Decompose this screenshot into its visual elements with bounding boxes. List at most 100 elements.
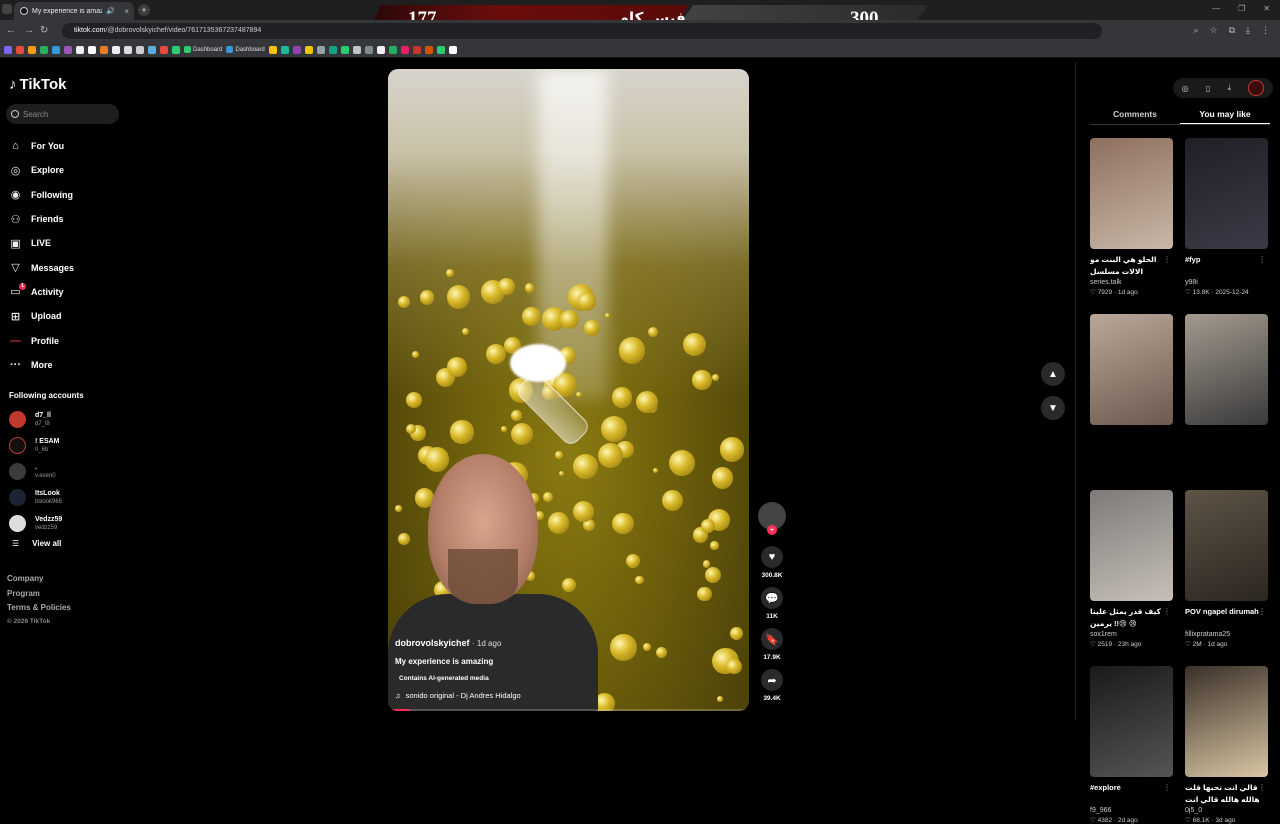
download-icon[interactable]: ⤓ xyxy=(1228,83,1232,93)
video-player[interactable]: dobrovolskyichef · 1d ago My experience … xyxy=(388,69,749,711)
bookmark-icon[interactable] xyxy=(412,45,421,54)
recommended-video-card[interactable] xyxy=(1090,314,1173,425)
reload-icon[interactable]: ↻ xyxy=(40,25,48,36)
recommended-video-card[interactable]: #explore f9_966 ♡ 4382 · 2d ago ⋮ xyxy=(1090,666,1173,824)
menu-icon[interactable]: ⋮ xyxy=(1261,25,1270,36)
card-username[interactable]: f9_966 xyxy=(1090,807,1173,814)
nav-more[interactable]: ··· More xyxy=(9,353,74,377)
creator-avatar[interactable]: + xyxy=(758,502,786,535)
nav-for-you[interactable]: ⌂ For You xyxy=(9,134,74,158)
bookmark-icon[interactable] xyxy=(424,45,433,54)
new-tab-button[interactable]: + xyxy=(138,4,150,16)
bookmark-icon[interactable] xyxy=(76,45,84,54)
comment-button[interactable]: 💬 11K xyxy=(758,587,786,623)
next-video-button[interactable]: ▼ xyxy=(1041,396,1065,420)
star-icon[interactable]: ☆ xyxy=(1210,25,1218,36)
previous-video-button[interactable]: ▲ xyxy=(1041,362,1065,386)
bookmark-icon[interactable] xyxy=(88,45,96,54)
address-bar[interactable]: tiktok.com/@dobrovolskyichef/video/76171… xyxy=(62,23,1102,39)
account-item[interactable]: ItsLook itslook965 xyxy=(9,484,62,510)
bookmark-icon[interactable] xyxy=(64,45,72,54)
card-username[interactable]: sox1rem xyxy=(1090,631,1173,638)
nav-live[interactable]: ▣ LIVE xyxy=(9,231,74,255)
follow-plus-icon[interactable]: + xyxy=(767,525,777,535)
zoom-icon[interactable]: ⌕ xyxy=(1193,25,1198,36)
recommended-video-card[interactable]: قالي انت تحبها قلت هالله هالله قالي انت … xyxy=(1185,666,1268,824)
bookmark-icon[interactable] xyxy=(100,45,108,54)
card-more-icon[interactable]: ⋮ xyxy=(1258,783,1266,792)
bookmark-icon[interactable] xyxy=(328,45,337,54)
bookmark-icon[interactable] xyxy=(316,45,325,54)
card-username[interactable]: fillixpratama25 xyxy=(1185,631,1268,638)
recommended-video-card[interactable]: الحلو هي البنت مو الالات مسلسل #السيمشه … xyxy=(1090,138,1173,296)
bookmark-icon[interactable] xyxy=(172,45,180,54)
recommended-video-card[interactable]: POV ngapel dirumah fillixpratama25 ♡ 2M · … xyxy=(1185,490,1268,648)
browser-tab[interactable]: My experience is amazing | 🔊 × xyxy=(14,2,134,20)
bookmark-dashboard[interactable]: Dashboard xyxy=(184,46,222,53)
bookmark-icon[interactable] xyxy=(268,45,277,54)
video-username[interactable]: dobrovolskyichef xyxy=(395,638,470,648)
minimize-icon[interactable]: — xyxy=(1212,4,1220,13)
tiktok-logo[interactable]: ♪ TikTok xyxy=(9,76,66,93)
bookmark-icon[interactable] xyxy=(304,45,313,54)
video-thumbnail[interactable] xyxy=(1090,666,1173,777)
footer-link-terms[interactable]: Terms & Policies xyxy=(7,603,71,618)
nav-profile[interactable]: — Profile xyxy=(9,328,74,352)
card-more-icon[interactable]: ⋮ xyxy=(1258,255,1266,264)
bookmark-icon[interactable] xyxy=(352,45,361,54)
tab-comments[interactable]: Comments xyxy=(1090,109,1180,123)
bookmark-icon[interactable] xyxy=(148,45,156,54)
video-progress-bar[interactable] xyxy=(388,709,749,711)
nav-upload[interactable]: ⊞ Upload xyxy=(9,304,74,328)
card-more-icon[interactable]: ⋮ xyxy=(1163,607,1171,616)
account-item[interactable]: . v.exen0 xyxy=(9,458,62,484)
nav-explore[interactable]: ◎ Explore xyxy=(9,158,74,182)
card-more-icon[interactable]: ⋮ xyxy=(1258,607,1266,616)
bookmark-icon[interactable] xyxy=(400,45,409,54)
user-avatar[interactable] xyxy=(1248,80,1265,96)
card-username[interactable]: y98i xyxy=(1185,279,1268,286)
save-button[interactable]: 🔖 17.9K xyxy=(758,628,786,664)
footer-link-company[interactable]: Company xyxy=(7,574,71,589)
footer-link-program[interactable]: Program xyxy=(7,589,71,604)
bookmark-icon[interactable] xyxy=(112,45,120,54)
video-thumbnail[interactable] xyxy=(1090,138,1173,249)
bookmark-icon[interactable] xyxy=(436,45,445,54)
tab-you-may-like[interactable]: You may like xyxy=(1180,109,1270,125)
bookmark-dashboard[interactable]: Dashboard xyxy=(226,46,265,53)
back-icon[interactable]: ← xyxy=(6,25,16,36)
nav-messages[interactable]: ▽ Messages xyxy=(9,255,74,279)
search-input[interactable]: Search xyxy=(6,104,119,124)
bookmark-icon[interactable] xyxy=(4,45,12,54)
nav-friends[interactable]: ⚇ Friends xyxy=(9,207,74,231)
forward-icon[interactable]: → xyxy=(24,25,34,36)
nav-activity[interactable]: ▭ 1 Activity xyxy=(9,280,74,304)
bookmark-icon[interactable] xyxy=(388,45,397,54)
card-username[interactable]: 0j5_0 xyxy=(1185,807,1268,814)
recommended-video-card[interactable]: #fyp y98i ♡ 13.8K · 2025-12-24 ⋮ xyxy=(1185,138,1268,296)
extensions-icon[interactable]: ⧉ xyxy=(1229,25,1235,36)
compass-icon[interactable]: ◎ xyxy=(1182,84,1189,93)
video-thumbnail[interactable] xyxy=(1185,666,1268,777)
share-button[interactable]: ➦ 39.4K xyxy=(758,669,786,705)
tab-search-icon[interactable] xyxy=(2,4,12,14)
phone-icon[interactable]: ▯ xyxy=(1206,84,1210,93)
bookmark-icon[interactable] xyxy=(376,45,385,54)
bookmark-icon[interactable] xyxy=(340,45,349,54)
bookmark-icon[interactable] xyxy=(160,45,168,54)
card-more-icon[interactable]: ⋮ xyxy=(1163,255,1171,264)
bookmark-icon[interactable] xyxy=(448,45,457,54)
video-thumbnail[interactable] xyxy=(1185,138,1268,249)
bookmark-icon[interactable] xyxy=(136,45,144,54)
bookmark-icon[interactable] xyxy=(28,45,36,54)
video-thumbnail[interactable] xyxy=(1185,490,1268,601)
account-item[interactable]: ! ESAM 0_6b xyxy=(9,432,62,458)
speaker-icon[interactable]: 🔊 xyxy=(106,7,115,15)
account-item[interactable]: d7_ll d7_l8 xyxy=(9,406,62,432)
bookmark-icon[interactable] xyxy=(280,45,289,54)
bookmark-icon[interactable] xyxy=(124,45,132,54)
video-thumbnail[interactable] xyxy=(1090,314,1173,425)
card-username[interactable]: series.talk xyxy=(1090,279,1173,286)
bookmark-icon[interactable] xyxy=(292,45,301,54)
recommended-video-card[interactable] xyxy=(1185,314,1268,425)
